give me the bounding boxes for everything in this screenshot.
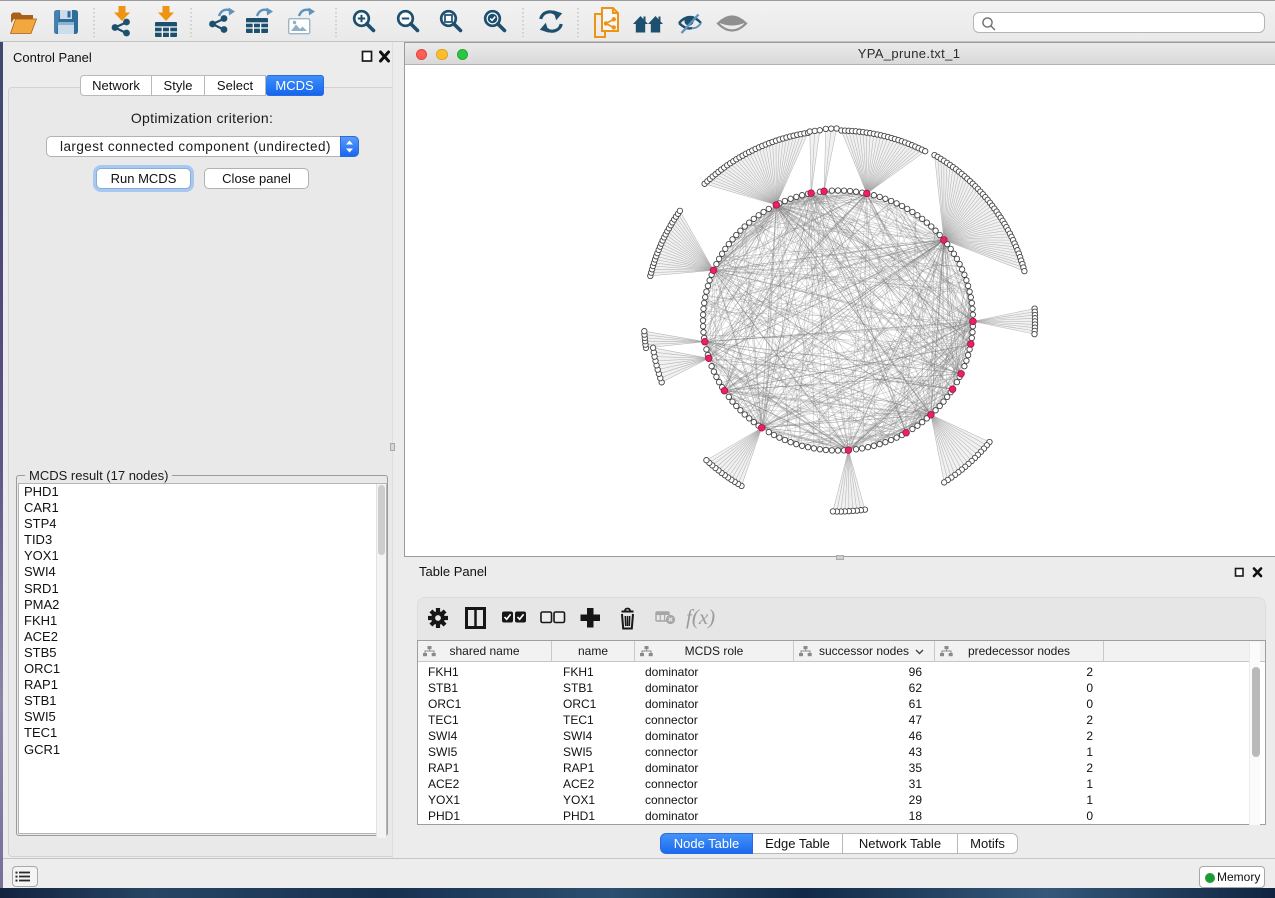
- svg-text:f(x): f(x): [686, 605, 715, 629]
